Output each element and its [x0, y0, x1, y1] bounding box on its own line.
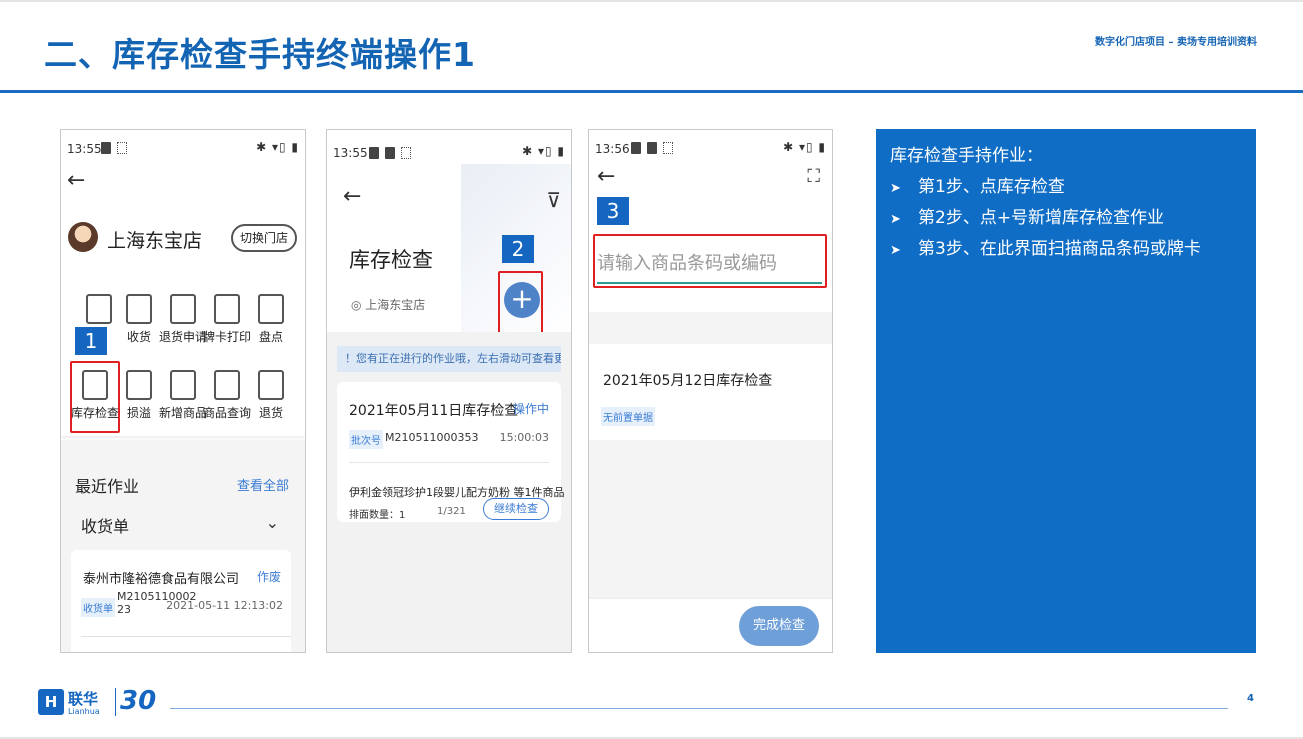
page-number: 4 [1247, 693, 1254, 704]
task-title: 2021年05月12日库存检查 [603, 373, 773, 389]
return-icon [258, 370, 284, 400]
back-arrow-icon[interactable]: ← [343, 184, 361, 209]
phone-screenshot-inventory-list: 13:55 ✱ ▾▯ ▮ ← ⊽ 库存检查 ◎ 上海东宝店 + 2 ！您有正在进… [326, 129, 572, 653]
notification-icon [101, 142, 111, 154]
phone-screenshot-home: 13:55 ✱ ▾▯ ▮ ← 上海东宝店 切换门店 收货 退货申请 牌卡打印 盘… [60, 129, 306, 653]
barcode-notification-icon [117, 142, 127, 154]
status-bar: 13:55 ✱ ▾▯ ▮ [61, 130, 305, 164]
instruction-step: ➤ 第3步、在此界面扫描商品条码或牌卡 [890, 239, 1201, 259]
notification-icon [631, 142, 641, 154]
new-product-icon [170, 370, 196, 400]
slide-title: 二、库存检查手持终端操作1 [44, 35, 476, 74]
continue-check-button[interactable]: 继续检查 [483, 498, 549, 520]
divider [81, 636, 291, 637]
app-return[interactable]: 退货 [245, 370, 297, 421]
logo-text-en: Lianhua [68, 707, 100, 716]
page-title: 库存检查 [349, 248, 433, 272]
notification-icon [369, 147, 379, 159]
step-badge-2: 2 [502, 235, 534, 263]
anniversary-30-logo: 30 [120, 686, 157, 716]
back-arrow-icon[interactable]: ← [597, 164, 615, 189]
task-time: 15:00:03 [499, 431, 549, 444]
status-badge: 作废 [256, 570, 281, 584]
location-label: ◎ 上海东宝店 [351, 298, 426, 312]
batch-tag: 批次号 [349, 430, 383, 449]
signal-battery-icons: ✱ ▾▯ ▮ [783, 140, 826, 154]
notification-icon [385, 147, 395, 159]
location-pin-icon: ◎ [351, 298, 366, 312]
barcode-icon [214, 370, 240, 400]
step-badge-3: 3 [597, 197, 629, 225]
receipt-card[interactable]: 泰州市隆裕德食品有限公司 作废 收货单 M2105110002 23 2021-… [71, 550, 291, 652]
app-stocktake[interactable]: 盘点 [245, 294, 297, 345]
status-time: 13:55 [333, 146, 368, 160]
highlight-barcode-input [593, 234, 827, 288]
instruction-step: ➤ 第2步、点+号新增库存检查作业 [890, 208, 1165, 228]
avatar [68, 222, 98, 252]
company-name: 泰州市隆裕德食品有限公司 [83, 572, 240, 587]
receipt-time: 2021-05-11 12:13:02 [166, 599, 283, 612]
printer-icon [214, 294, 240, 324]
stocktake-icon [258, 294, 284, 324]
inventory-task-card[interactable]: 2021年05月11日库存检查 操作中 批次号 M210511000353 15… [337, 382, 565, 522]
instructions-panel: 库存检查手持作业： ➤ 第1步、点库存检查 ➤ 第2步、点+号新增库存检查作业 ➤ 第… [876, 129, 1256, 653]
back-arrow-icon[interactable]: ← [67, 168, 85, 193]
page-counter: 1/321 [437, 506, 466, 517]
step-badge-1: 1 [75, 327, 107, 355]
barcode-notification-icon [401, 147, 411, 159]
recent-label: 最近作业 [75, 477, 140, 496]
phone-screenshot-scan: 13:56 ✱ ▾▯ ▮ ← ⛶ 3 2021年05月12日库存检查 无前置单据… [588, 129, 833, 653]
arrow-bullet-icon: ➤ [890, 243, 901, 258]
title-divider [0, 90, 1303, 93]
signal-battery-icons: ✱ ▾▯ ▮ [256, 140, 299, 154]
status-time: 13:56 [595, 142, 630, 156]
lianhua-logo-icon: H [38, 689, 64, 715]
view-all-link[interactable]: 查看全部 [237, 475, 289, 494]
panel-heading: 库存检查手持作业： [890, 146, 1043, 166]
finish-check-button[interactable]: 完成检查 [739, 606, 819, 646]
instruction-step: ➤ 第1步、点库存检查 [890, 177, 1065, 197]
switch-store-button[interactable]: 切换门店 [231, 224, 297, 252]
arrow-bullet-icon: ➤ [890, 181, 901, 196]
barcode-notification-icon [663, 142, 673, 154]
loss-gain-icon [126, 370, 152, 400]
scan-icon[interactable]: ⛶ [807, 166, 820, 187]
source-doc-tag: 无前置单据 [601, 407, 655, 426]
batch-number: M210511000353 [385, 431, 479, 444]
return-request-icon [170, 294, 196, 324]
clipboard-icon [86, 294, 112, 324]
facing-quantity: 排面数量：1 [349, 510, 406, 521]
status-badge: 操作中 [512, 402, 549, 416]
notice-bar: ！您有正在进行的作业哦，左右滑动可查看更 [337, 346, 561, 372]
status-bar: 13:56 ✱ ▾▯ ▮ [589, 130, 832, 164]
logo-text-cn: 联华 [68, 690, 99, 708]
footer-rule [170, 708, 1228, 709]
store-name: 上海东宝店 [107, 230, 203, 252]
logo-separator [115, 688, 116, 716]
status-time: 13:55 [67, 142, 102, 156]
highlight-inventory-check [70, 361, 120, 433]
highlight-add-button [498, 271, 543, 335]
top-rule [0, 0, 1303, 2]
signal-battery-icons: ✱ ▾▯ ▮ [522, 144, 565, 158]
doc-type-tag: 收货单 [81, 598, 115, 617]
arrow-bullet-icon: ➤ [890, 212, 901, 227]
section-gap [589, 312, 832, 344]
chevron-down-icon[interactable]: ⌄ [266, 513, 279, 532]
notification-icon [647, 142, 657, 154]
filter-icon[interactable]: ⊽ [546, 188, 561, 212]
receive-icon [126, 294, 152, 324]
divider [349, 462, 549, 463]
receipt-dropdown-label[interactable]: 收货单 [81, 513, 129, 537]
status-bar: 13:55 ✱ ▾▯ ▮ [327, 130, 571, 164]
task-title: 2021年05月11日库存检查 [349, 403, 519, 419]
slide-subtitle: 数字化门店项目 – 卖场专用培训资料 [1095, 37, 1257, 48]
